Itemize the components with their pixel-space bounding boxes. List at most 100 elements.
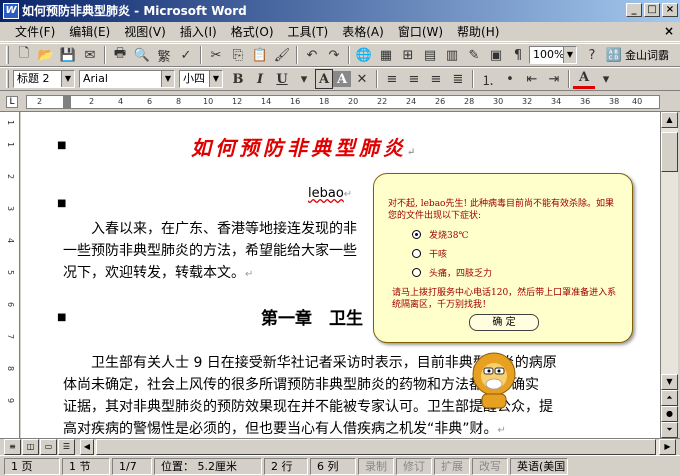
status-record[interactable]: 录制 xyxy=(358,457,394,475)
status-overtype[interactable]: 改写 xyxy=(472,457,508,475)
decrease-indent-icon[interactable]: ⇤ xyxy=(521,69,543,89)
chevron-down-icon[interactable]: ▼ xyxy=(209,71,222,87)
ruler-tick: 32 xyxy=(522,97,533,106)
indent-marker-icon[interactable] xyxy=(63,95,71,109)
office-assistant-lion-icon[interactable] xyxy=(470,348,518,410)
zoom-select[interactable]: 100% ▼ xyxy=(529,46,577,64)
scroll-down-icon[interactable]: ▼ xyxy=(661,374,678,390)
style-select[interactable]: 标题 2 ▼ xyxy=(13,70,75,88)
numbering-icon[interactable]: ⒈ xyxy=(477,69,499,89)
menu-file[interactable]: 文件(F) xyxy=(8,23,62,41)
open-folder-icon[interactable]: 📂 xyxy=(35,45,57,65)
insert-table-icon[interactable]: ⊞ xyxy=(397,45,419,65)
kingsoft-label[interactable]: 金山词霸 xyxy=(625,47,669,63)
horizontal-scrollbar[interactable]: ≡ ◫ ▭ ☰ ◀ ▶ xyxy=(0,438,680,455)
chevron-down-icon[interactable]: ▼ xyxy=(563,47,576,63)
scroll-left-icon[interactable]: ◀ xyxy=(80,439,94,455)
font-size-select[interactable]: 小四 ▼ xyxy=(179,70,223,88)
menu-tools[interactable]: 工具(T) xyxy=(281,23,336,41)
vertical-scroll-thumb[interactable] xyxy=(661,132,678,172)
format-painter-icon[interactable]: 🖌 xyxy=(271,45,293,65)
new-document-icon[interactable]: 🗋 xyxy=(13,45,35,65)
vertical-ruler[interactable]: 1 1 2 3 4 5 6 7 8 9 xyxy=(0,112,20,438)
document-close-icon[interactable]: × xyxy=(664,24,674,38)
character-border-icon[interactable]: A xyxy=(315,69,333,89)
cut-icon[interactable]: ✂ xyxy=(205,45,227,65)
word-app-icon[interactable]: W xyxy=(3,3,19,19)
menu-view[interactable]: 视图(V) xyxy=(117,23,173,41)
bold-icon[interactable]: B xyxy=(227,69,249,89)
maximize-button[interactable]: □ xyxy=(644,3,660,17)
paste-icon[interactable]: 📋 xyxy=(249,45,271,65)
menu-help[interactable]: 帮助(H) xyxy=(450,23,506,41)
underline-dropdown-icon[interactable]: ▾ xyxy=(293,69,315,89)
balloon-option[interactable]: 头痛，四肢乏力 xyxy=(412,266,618,279)
status-track-changes[interactable]: 修订 xyxy=(396,457,432,475)
tab-selector[interactable]: L xyxy=(6,96,18,108)
font-color-icon[interactable]: A xyxy=(573,69,595,89)
email-icon[interactable]: ✉ xyxy=(79,45,101,65)
next-page-icon[interactable]: ⏷ xyxy=(661,422,678,438)
balloon-option[interactable]: 发烧38℃ xyxy=(412,228,618,241)
document-map-icon[interactable]: ▣ xyxy=(485,45,507,65)
menu-window[interactable]: 窗口(W) xyxy=(391,23,450,41)
insert-excel-icon[interactable]: ▤ xyxy=(419,45,441,65)
radio-icon[interactable] xyxy=(412,249,421,258)
horizontal-scroll-thumb[interactable] xyxy=(96,439,656,455)
minimize-button[interactable]: _ xyxy=(626,3,642,17)
scroll-up-icon[interactable]: ▲ xyxy=(661,112,678,128)
outline-view-icon[interactable]: ☰ xyxy=(58,439,75,455)
simplified-traditional-icon[interactable]: 繁 xyxy=(153,45,175,65)
horizontal-ruler[interactable]: L 2 2 4 6 8 10 12 14 16 18 20 22 24 26 2… xyxy=(0,92,680,112)
menu-format[interactable]: 格式(O) xyxy=(224,23,281,41)
close-button[interactable]: × xyxy=(662,3,678,17)
show-hide-icon[interactable]: ¶ xyxy=(507,45,529,65)
copy-icon[interactable]: ⎘ xyxy=(227,45,249,65)
underline-icon[interactable]: U xyxy=(271,69,293,89)
spelling-icon[interactable]: ✓ xyxy=(175,45,197,65)
radio-selected-icon[interactable] xyxy=(412,230,421,239)
ok-button[interactable]: 确 定 xyxy=(469,314,539,331)
justify-icon[interactable]: ≣ xyxy=(447,69,469,89)
radio-icon[interactable] xyxy=(412,268,421,277)
help-icon[interactable]: ? xyxy=(581,45,603,65)
font-color-dropdown-icon[interactable]: ▾ xyxy=(595,69,617,89)
chevron-down-icon[interactable]: ▼ xyxy=(61,71,74,87)
undo-icon[interactable]: ↶ xyxy=(301,45,323,65)
font-select[interactable]: Arial ▼ xyxy=(79,70,175,88)
previous-page-icon[interactable]: ⏶ xyxy=(661,390,678,406)
web-view-icon[interactable]: ◫ xyxy=(22,439,39,455)
print-view-icon[interactable]: ▭ xyxy=(40,439,57,455)
menu-edit[interactable]: 编辑(E) xyxy=(62,23,117,41)
chevron-down-icon[interactable]: ▼ xyxy=(161,71,174,87)
columns-icon[interactable]: ▥ xyxy=(441,45,463,65)
toolbar-grip[interactable] xyxy=(6,46,9,64)
character-scaling-icon[interactable]: ✕ xyxy=(351,69,373,89)
select-browse-object-icon[interactable]: ● xyxy=(661,406,678,422)
save-icon[interactable]: 💾 xyxy=(57,45,79,65)
print-preview-icon[interactable]: 🔍 xyxy=(131,45,153,65)
normal-view-icon[interactable]: ≡ xyxy=(4,439,21,455)
align-left-icon[interactable]: ≡ xyxy=(381,69,403,89)
toolbar-grip[interactable] xyxy=(6,70,9,88)
status-extend[interactable]: 扩展 xyxy=(434,457,470,475)
vertical-scrollbar[interactable]: ▲ ▼ ⏶ ● ⏷ xyxy=(660,112,678,438)
menu-table[interactable]: 表格(A) xyxy=(335,23,391,41)
hyperlink-icon[interactable]: 🌐 xyxy=(353,45,375,65)
bullets-icon[interactable]: • xyxy=(499,69,521,89)
toolbar-separator xyxy=(296,46,298,64)
character-shading-icon[interactable]: A xyxy=(333,71,351,87)
align-center-icon[interactable]: ≡ xyxy=(403,69,425,89)
italic-icon[interactable]: I xyxy=(249,69,271,89)
print-icon[interactable]: 🖶 xyxy=(109,45,131,65)
status-language[interactable]: 英语(美国 xyxy=(510,457,568,475)
tables-borders-icon[interactable]: ▦ xyxy=(375,45,397,65)
kingsoft-icon[interactable]: 🔠 xyxy=(603,45,625,65)
drawing-icon[interactable]: ✎ xyxy=(463,45,485,65)
balloon-option[interactable]: 干咳 xyxy=(412,247,618,260)
redo-icon[interactable]: ↷ xyxy=(323,45,345,65)
scroll-right-icon[interactable]: ▶ xyxy=(659,439,676,455)
increase-indent-icon[interactable]: ⇥ xyxy=(543,69,565,89)
align-right-icon[interactable]: ≡ xyxy=(425,69,447,89)
menu-insert[interactable]: 插入(I) xyxy=(173,23,224,41)
